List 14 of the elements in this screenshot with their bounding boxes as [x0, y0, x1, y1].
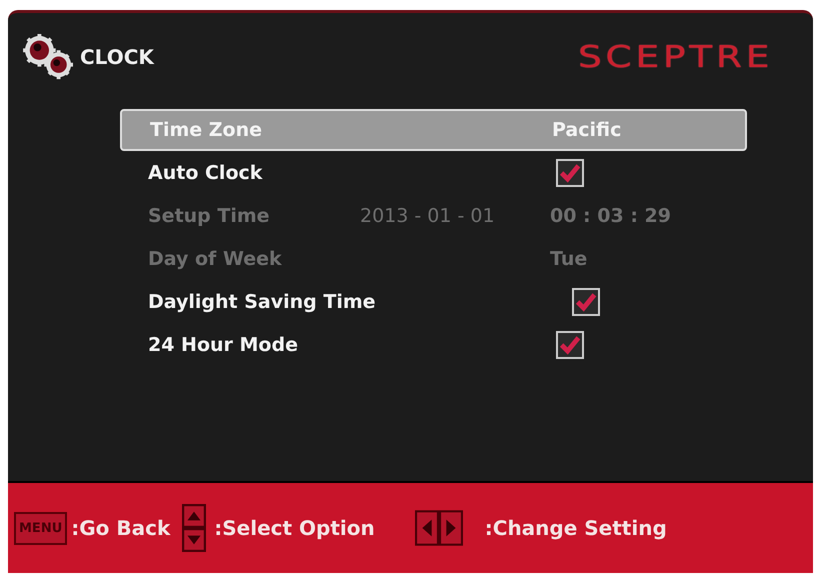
date-value: 2013 - 01 - 01 [360, 204, 495, 226]
hint-label: :Select Option [214, 516, 375, 540]
hint-label: :Change Setting [484, 516, 667, 540]
menu-title: CLOCK [80, 45, 154, 69]
setting-value: Pacific [552, 119, 622, 141]
row-label: Time Zone [150, 119, 264, 141]
hint-label: :Go Back [71, 516, 170, 540]
row-label[interactable]: Daylight Saving Time [148, 290, 376, 312]
row-label[interactable]: Auto Clock [148, 162, 360, 184]
row-label[interactable]: 24 Hour Mode [148, 334, 360, 356]
menu-key: MENU [14, 512, 68, 544]
brand-logo: SCEPTRE [578, 40, 773, 74]
setting-value: 00 : 03 : 29 [550, 204, 671, 226]
setting-value: Tue [550, 248, 588, 270]
